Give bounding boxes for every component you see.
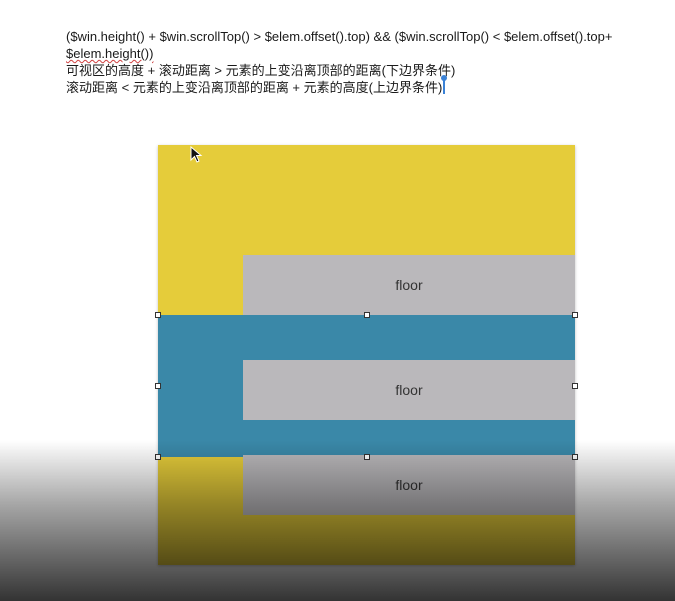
floor-label-1: floor: [395, 277, 423, 293]
floor-block-1: floor: [243, 255, 575, 315]
text-caret-icon: [441, 75, 448, 94]
resize-handle-top-right[interactable]: [572, 312, 578, 318]
resize-handle-right[interactable]: [572, 383, 578, 389]
resize-handle-bottom-left[interactable]: [155, 454, 161, 460]
floor-label-2: floor: [395, 382, 423, 398]
upper-bound-condition-text: 滚动距离 < 元素的上变沿离顶部的距离 + 元素的高度(上边界条件): [66, 80, 443, 95]
mouse-pointer-icon: [190, 146, 203, 163]
resize-handle-left[interactable]: [155, 383, 161, 389]
lower-bound-condition: 可视区的高度 + 滚动距离 > 元素的上变沿离顶部的距离(下边界条件): [66, 63, 456, 78]
formula-line-2-text: $elem.height()): [66, 46, 154, 61]
resize-handle-top-left[interactable]: [155, 312, 161, 318]
formula-line-1: ($win.height() + $win.scrollTop() > $ele…: [66, 29, 613, 44]
floor-block-3: floor: [243, 455, 575, 515]
resize-handle-bottom[interactable]: [364, 454, 370, 460]
floor-block-2: floor: [243, 360, 575, 420]
formula-notes: ($win.height() + $win.scrollTop() > $ele…: [66, 28, 666, 96]
formula-line-2: $elem.height()): [66, 45, 666, 62]
floor-label-3: floor: [395, 477, 423, 493]
resize-handle-bottom-right[interactable]: [572, 454, 578, 460]
upper-bound-condition[interactable]: 滚动距离 < 元素的上变沿离顶部的距离 + 元素的高度(上边界条件): [66, 75, 666, 96]
resize-handle-top[interactable]: [364, 312, 370, 318]
